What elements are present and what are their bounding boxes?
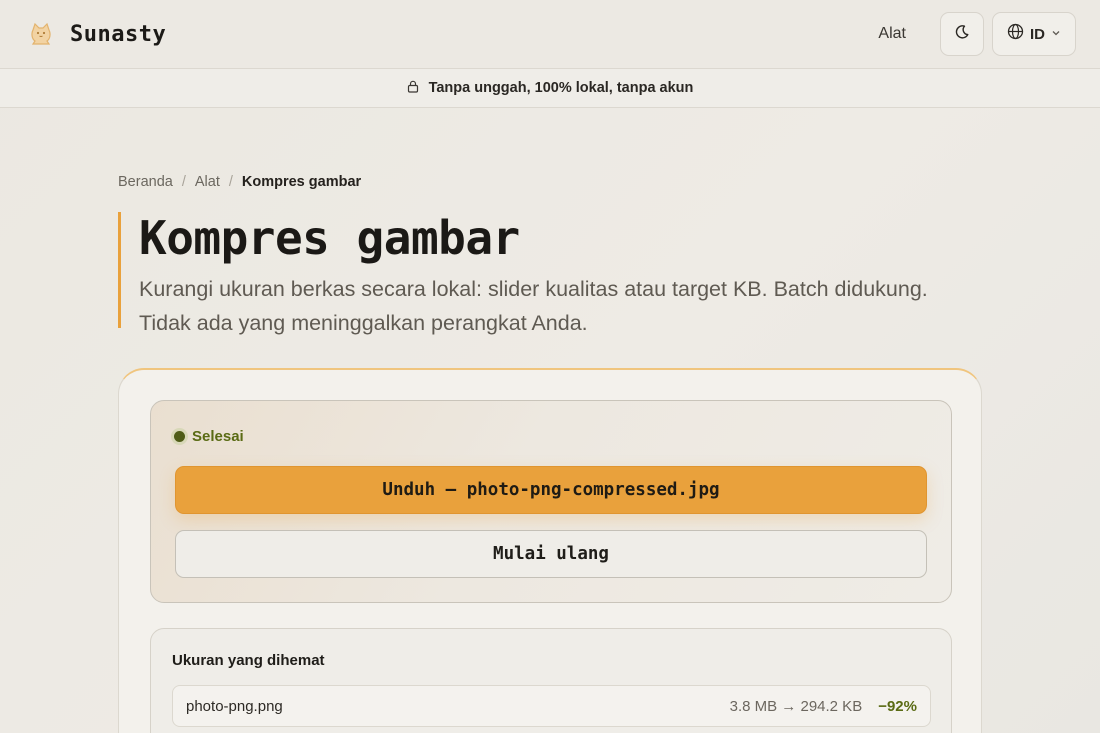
file-savings-percent: −92%: [878, 697, 917, 715]
download-button[interactable]: Unduh — photo-png-compressed.jpg: [175, 466, 927, 514]
brand-name: Sunasty: [70, 21, 167, 47]
page-hero: Kompres gambar Kurangi ukuran berkas sec…: [118, 211, 982, 335]
cat-logo-icon: [26, 19, 56, 49]
top-header: Sunasty Alat ID: [0, 0, 1100, 68]
file-name: photo-png.png: [186, 697, 283, 715]
breadcrumb-tools[interactable]: Alat: [195, 174, 220, 190]
breadcrumb: Beranda / Alat / Kompres gambar: [118, 174, 982, 190]
status-badge: Selesai: [174, 428, 244, 445]
language-label: ID: [1030, 25, 1045, 43]
savings-title: Ukuran yang dihemat: [172, 652, 325, 669]
restart-button[interactable]: Mulai ulang: [175, 530, 927, 578]
list-item: photo-png.png 3.8 MB → 294.2 KB −92%: [172, 685, 931, 727]
chevron-down-icon: [1051, 25, 1061, 43]
main-content: Beranda / Alat / Kompres gambar Kompres …: [118, 174, 982, 335]
language-select[interactable]: ID: [992, 12, 1076, 56]
nav-tools-link[interactable]: Alat: [878, 25, 906, 43]
moon-icon: [954, 24, 970, 45]
privacy-banner: Tanpa unggah, 100% lokal, tanpa akun: [0, 68, 1100, 108]
tool-card: Selesai Unduh — photo-png-compressed.jpg…: [118, 368, 982, 733]
breadcrumb-separator: /: [181, 174, 186, 190]
banner-text: Tanpa unggah, 100% lokal, tanpa akun: [428, 80, 694, 96]
theme-toggle-button[interactable]: [940, 12, 984, 56]
page-title: Kompres gambar: [139, 211, 520, 265]
breadcrumb-current: Kompres gambar: [241, 174, 362, 190]
breadcrumb-home[interactable]: Beranda: [118, 174, 173, 190]
result-panel: Selesai Unduh — photo-png-compressed.jpg…: [150, 400, 952, 603]
status-label: Selesai: [192, 428, 244, 445]
savings-panel: Ukuran yang dihemat photo-png.png 3.8 MB…: [150, 628, 952, 733]
brand[interactable]: Sunasty: [26, 19, 166, 49]
header-actions: Alat ID: [878, 12, 1076, 56]
breadcrumb-separator: /: [228, 174, 233, 190]
globe-icon: [1007, 23, 1024, 45]
file-stats: 3.8 MB → 294.2 KB −92%: [730, 698, 917, 715]
page-subtitle: Kurangi ukuran berkas secara lokal: slid…: [139, 277, 928, 335]
status-dot: [174, 431, 185, 442]
file-size-change: 3.8 MB → 294.2 KB: [729, 697, 863, 715]
lock-icon: [407, 80, 419, 97]
